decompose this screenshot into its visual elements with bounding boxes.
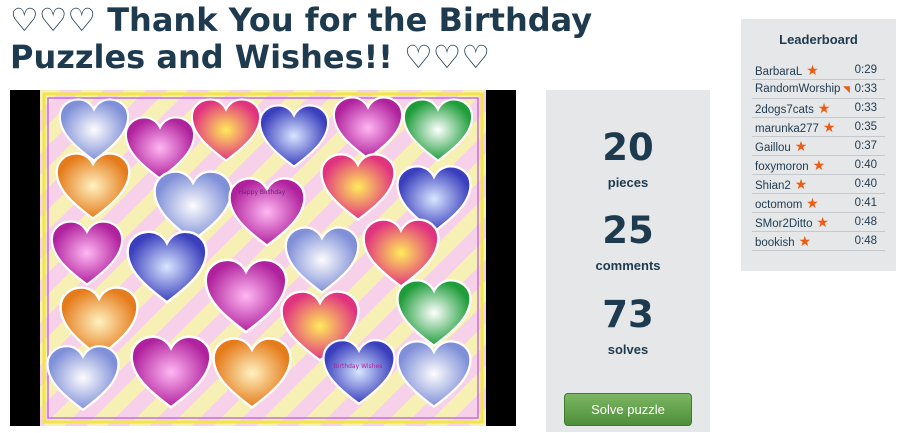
leaderboard-row: marunka277 ★ 0:35 [752,118,885,137]
solves-label: solves [607,342,649,357]
solve-time: 0:41 [854,197,877,209]
puzzle-stats: 20 pieces 25 comments 73 solves Solve pu… [546,90,710,432]
leaderboard-row: RandomWorship ◥ 0:33 [752,80,885,99]
player-link[interactable]: 2dogs7cats [755,104,814,116]
player-link[interactable]: BarbaraL [755,66,802,78]
leaderboard-row: Gaillou ★ 0:37 [752,137,885,156]
player-link[interactable]: RandomWorship [755,83,840,95]
leaderboard-row: octomom ★ 0:41 [752,194,885,213]
leaderboard-player: RandomWorship ◥ [755,80,850,98]
pieces-count: 20 [602,126,654,169]
leaderboard-title: Leaderboard [779,32,858,47]
leaderboard-row: SMor2Ditto ★ 0:48 [752,213,885,232]
star-icon: ★ [794,233,812,249]
comments-count: 25 [602,209,654,252]
solve-time: 0:37 [854,140,877,152]
star-icon: ★ [813,100,831,116]
leaderboard-row: foxymoron ★ 0:40 [752,156,885,175]
heart-label: Happy Birthday [239,189,286,196]
player-link[interactable]: marunka277 [755,123,819,135]
flag-icon: ◥ [840,84,850,94]
leaderboard-player: 2dogs7cats ★ [755,99,830,119]
page-title: ♡♡♡ Thank You for the Birthday Puzzles a… [10,1,593,76]
player-link[interactable]: Shian2 [755,180,791,192]
leaderboard-player: Gaillou ★ [755,137,807,157]
solve-time: 0:35 [854,121,877,133]
solve-time: 0:33 [854,102,877,114]
leaderboard: Leaderboard BarbaraL ★ 0:29 RandomWorship … [741,19,896,271]
player-link[interactable]: octomom [755,199,802,211]
leaderboard-player: SMor2Ditto ★ [755,213,829,233]
leaderboard-player: marunka277 ★ [755,118,835,138]
star-icon: ★ [790,138,808,154]
leaderboard-player: Shian2 ★ [755,175,807,195]
star-icon: ★ [790,176,808,192]
leaderboard-row: BarbaraL ★ 0:29 [752,61,885,80]
solve-time: 0:29 [854,64,877,76]
leaderboard-player: BarbaraL ★ [755,61,819,81]
heart-label: Birthday Wishes [334,363,383,370]
leaderboard-player: octomom ★ [755,194,819,214]
leaderboard-row: 2dogs7cats ★ 0:33 [752,99,885,118]
player-link[interactable]: foxymoron [755,161,809,173]
leaderboard-player: bookish ★ [755,232,811,252]
star-icon: ★ [818,119,836,135]
solve-time: 0:40 [854,178,877,190]
star-icon: ★ [802,62,819,78]
comments-label: comments [595,258,661,273]
star-icon: ★ [802,195,819,211]
leaderboard-list: BarbaraL ★ 0:29 RandomWorship ◥ 0:33 2dogs7c… [752,61,885,251]
player-link[interactable]: bookish [755,237,795,249]
leaderboard-row: Shian2 ★ 0:40 [752,175,885,194]
solves-count: 73 [602,293,654,336]
puzzle-preview[interactable]: Happy Birthday Birthday Wishes [10,90,516,426]
solve-puzzle-button[interactable]: Solve puzzle [564,393,692,426]
solve-time: 0:40 [854,159,877,171]
player-link[interactable]: Gaillou [755,142,791,154]
solve-time: 0:48 [854,235,877,247]
star-icon: ★ [808,157,826,173]
player-link[interactable]: SMor2Ditto [755,218,813,230]
leaderboard-row: bookish ★ 0:48 [752,232,885,251]
puzzle-image[interactable]: Happy Birthday Birthday Wishes [40,90,486,426]
solve-time: 0:33 [854,83,877,95]
leaderboard-player: foxymoron ★ [755,156,825,176]
pieces-label: pieces [607,175,649,190]
solve-time: 0:48 [854,216,877,228]
star-icon: ★ [812,214,829,230]
